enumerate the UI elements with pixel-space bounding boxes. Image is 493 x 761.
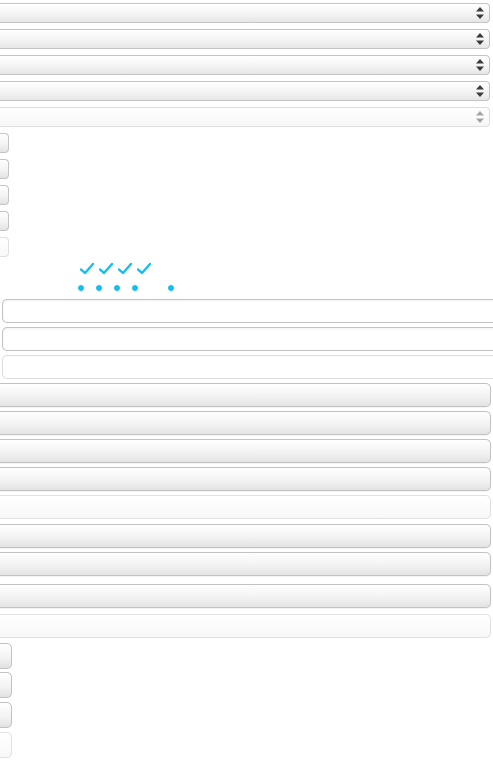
check-icon (80, 262, 94, 275)
button-9-disabled (0, 614, 491, 638)
button-1[interactable] (0, 383, 491, 407)
small-button-2[interactable] (0, 672, 12, 698)
form-widgets-page (0, 0, 493, 761)
checkbox-5-disabled (0, 237, 9, 257)
select-3[interactable] (0, 55, 490, 75)
dot-icon (168, 285, 174, 291)
button-8[interactable] (0, 584, 491, 608)
button-3[interactable] (0, 439, 491, 463)
button-4[interactable] (0, 467, 491, 491)
small-button-3[interactable] (0, 702, 12, 728)
small-button-1[interactable] (0, 643, 12, 669)
dot-icon (96, 285, 102, 291)
checkbox-2[interactable] (0, 159, 9, 179)
dot-icon (132, 285, 138, 291)
button-7[interactable] (0, 552, 491, 576)
small-button-4-disabled (0, 732, 12, 758)
up-down-arrows-icon (476, 7, 484, 19)
check-icon (118, 262, 132, 275)
text-input-2[interactable] (2, 327, 493, 351)
text-input-1[interactable] (2, 299, 493, 323)
check-icon (137, 262, 151, 275)
select-5-disabled (0, 107, 490, 127)
dot-icon (114, 285, 120, 291)
checkbox-3[interactable] (0, 185, 9, 205)
checkbox-1[interactable] (0, 133, 9, 153)
select-4[interactable] (0, 81, 490, 101)
up-down-arrows-icon (476, 33, 484, 45)
checkbox-4[interactable] (0, 211, 9, 231)
up-down-arrows-icon (476, 111, 484, 123)
up-down-arrows-icon (476, 85, 484, 97)
select-2[interactable] (0, 29, 490, 49)
check-icon (99, 262, 113, 275)
button-5-disabled (0, 495, 491, 519)
button-6[interactable] (0, 524, 491, 548)
select-1[interactable] (0, 3, 490, 23)
text-input-3-disabled (2, 355, 493, 379)
button-2[interactable] (0, 411, 491, 435)
dot-icon (78, 285, 84, 291)
up-down-arrows-icon (476, 59, 484, 71)
